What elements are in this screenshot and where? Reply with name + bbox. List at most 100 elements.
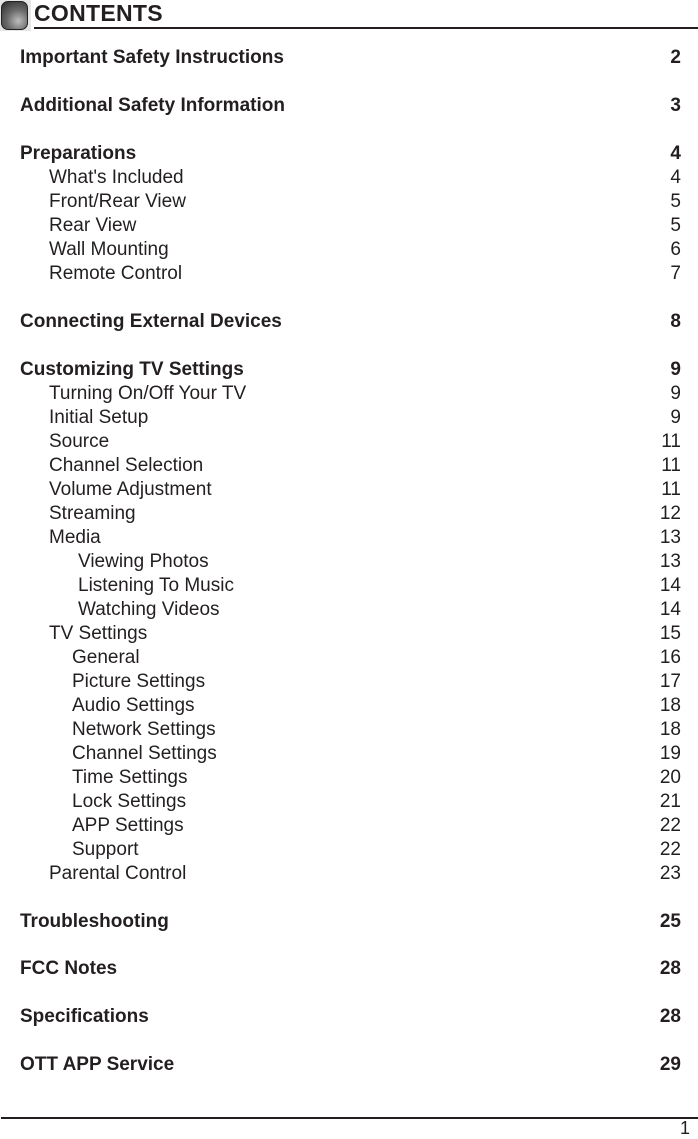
toc-entry-page: 7 [670, 263, 681, 284]
toc-entry-label: Wall Mounting [49, 239, 169, 260]
toc-section-entry[interactable]: Preparations 4 [0, 143, 698, 167]
toc-section-entry[interactable]: Troubleshooting 25 [0, 911, 698, 935]
toc-entry-label: What's Included [49, 167, 184, 188]
toc-entry-label: Remote Control [49, 263, 183, 284]
toc-subsection-entry[interactable]: Source 11 [0, 431, 698, 455]
toc-entry-label: Streaming [49, 503, 136, 524]
toc-entry-label: Channel Selection [49, 455, 204, 476]
toc-subsection-entry[interactable]: What's Included 4 [0, 167, 698, 191]
toc-entry-page: 21 [659, 791, 681, 812]
toc-entry-label: Important Safety Instructions [20, 47, 284, 68]
toc-entry-page: 19 [659, 743, 681, 764]
toc-entry-page: 11 [661, 479, 681, 500]
toc-section-entry[interactable]: OTT APP Service 29 [0, 1054, 698, 1078]
toc-subsection-entry[interactable]: Channel Selection 11 [0, 455, 698, 479]
toc-entry-page: 9 [670, 407, 681, 428]
toc-entry-page: 18 [659, 719, 681, 740]
toc-entry-label: FCC Notes [20, 958, 118, 979]
toc-section-entry[interactable]: FCC Notes 28 [0, 958, 698, 982]
toc-entry-label: Rear View [49, 215, 137, 236]
toc-entry-label: Lock Settings [72, 791, 187, 812]
toc-entry-label: General [72, 647, 140, 668]
toc-entry-label: Additional Safety Information [20, 95, 285, 116]
toc-entry-label: Preparations [20, 143, 137, 164]
toc-subsection-entry[interactable]: Front/Rear View 5 [0, 191, 698, 215]
toc-entry-page: 9 [670, 383, 681, 404]
toc-entry-page: 8 [670, 311, 681, 332]
toc-entry-label: Parental Control [49, 863, 187, 884]
toc-entry-label: Volume Adjustment [49, 479, 212, 500]
toc-entry-page: 11 [661, 455, 681, 476]
toc-entry-page: 14 [659, 599, 681, 620]
toc-entry-page: 2 [670, 47, 681, 68]
toc-subsection-entry[interactable]: Media 13 [0, 527, 698, 551]
toc-subsection-entry[interactable]: Rear View 5 [0, 215, 698, 239]
toc-subsection-entry[interactable]: TV Settings 15 [0, 623, 698, 647]
toc-entry-label: Channel Settings [72, 743, 217, 764]
toc-entry-page: 5 [670, 191, 681, 212]
toc-entry-page: 5 [670, 215, 681, 236]
toc-entry-label: Network Settings [72, 719, 216, 740]
toc-entry-page: 16 [659, 647, 681, 668]
toc-subsection-entry[interactable]: Streaming 12 [0, 503, 698, 527]
toc-entry-label: Turning On/Off Your TV [49, 383, 247, 404]
toc-subsection-entry[interactable]: Volume Adjustment 11 [0, 479, 698, 503]
toc-entry-label: Source [49, 431, 110, 452]
toc-subsection-entry[interactable]: General 16 [0, 647, 698, 671]
toc-entry-label: Troubleshooting [20, 911, 169, 932]
toc-entry-page: 28 [659, 958, 681, 979]
toc-entry-page: 13 [659, 551, 681, 572]
toc-entry-page: 22 [659, 839, 681, 860]
toc-entry-label: Listening To Music [78, 575, 234, 596]
toc-entry-label: Media [49, 527, 101, 548]
toc-subsection-entry[interactable]: Support 22 [0, 839, 698, 863]
toc-subsection-entry[interactable]: Picture Settings 17 [0, 671, 698, 695]
toc-section-entry[interactable]: Important Safety Instructions 2 [0, 47, 698, 71]
toc-entry-page: 18 [659, 695, 681, 716]
toc-subsection-entry[interactable]: Turning On/Off Your TV 9 [0, 383, 698, 407]
toc-entry-label: Picture Settings [72, 671, 206, 692]
toc-entry-label: Viewing Photos [78, 551, 209, 572]
toc-subsection-entry[interactable]: Viewing Photos 13 [0, 551, 698, 575]
toc-entry-label: Audio Settings [72, 695, 195, 716]
toc-entry-label: APP Settings [72, 815, 184, 836]
toc-entry-label: Customizing TV Settings [20, 359, 244, 380]
toc-subsection-entry[interactable]: Audio Settings 18 [0, 695, 698, 719]
toc-section-entry[interactable]: Specifications 28 [0, 1006, 698, 1030]
toc-entry-page: 12 [659, 503, 681, 524]
toc-entry-label: Support [72, 839, 139, 860]
rounded-square-bullet-icon [1, 1, 28, 30]
toc-entry-label: Initial Setup [49, 407, 149, 428]
toc-entry-page: 23 [659, 863, 681, 884]
toc-subsection-entry[interactable]: APP Settings 22 [0, 815, 698, 839]
toc-subsection-entry[interactable]: Time Settings 20 [0, 767, 698, 791]
toc-subsection-entry[interactable]: Watching Videos 14 [0, 599, 698, 623]
toc-subsection-entry[interactable]: Network Settings 18 [0, 719, 698, 743]
toc-subsection-entry[interactable]: Listening To Music 14 [0, 575, 698, 599]
toc-entry-page: 15 [659, 623, 681, 644]
toc-entry-page: 11 [661, 431, 681, 452]
toc-entry-label: Watching Videos [78, 599, 220, 620]
toc-subsection-entry[interactable]: Wall Mounting 6 [0, 239, 698, 263]
toc-section-entry[interactable]: Connecting External Devices 8 [0, 311, 698, 335]
toc-section-entry[interactable]: Customizing TV Settings 9 [0, 359, 698, 383]
toc-subsection-entry[interactable]: Lock Settings 21 [0, 791, 698, 815]
toc-entry-label: OTT APP Service [20, 1054, 175, 1075]
toc-entry-label: Specifications [20, 1006, 149, 1027]
toc-subsection-entry[interactable]: Channel Settings 19 [0, 743, 698, 767]
toc-subsection-entry[interactable]: Parental Control 23 [0, 863, 698, 887]
toc-entry-page: 29 [659, 1054, 681, 1075]
title-rule [34, 27, 698, 29]
toc-subsection-entry[interactable]: Remote Control 7 [0, 263, 698, 287]
toc-entry-page: 3 [670, 95, 681, 116]
toc-entry-page: 25 [659, 911, 681, 932]
toc-entry-page: 4 [670, 167, 681, 188]
toc-entry-page: 14 [659, 575, 681, 596]
toc-subsection-entry[interactable]: Initial Setup 9 [0, 407, 698, 431]
toc-entry-page: 20 [659, 767, 681, 788]
toc-entry-page: 6 [670, 239, 681, 260]
toc-entry-label: Connecting External Devices [20, 311, 282, 332]
toc-section-entry[interactable]: Additional Safety Information 3 [0, 95, 698, 119]
toc-entry-page: 22 [659, 815, 681, 836]
toc-entry-page: 9 [670, 359, 681, 380]
